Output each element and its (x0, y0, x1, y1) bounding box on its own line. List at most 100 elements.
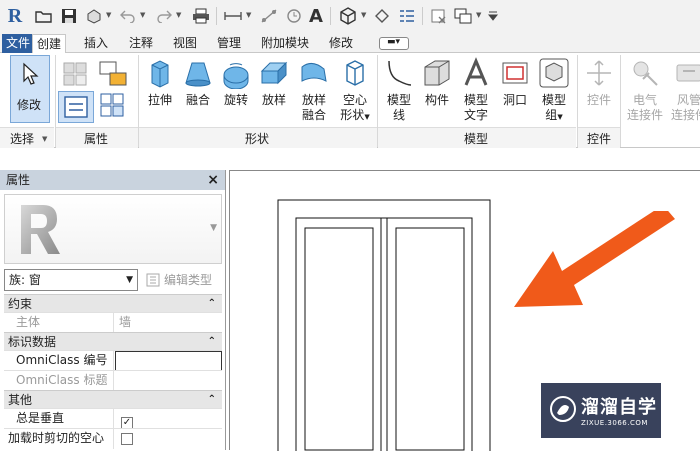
swept-blend-button[interactable]: 放样 融合 (296, 57, 332, 123)
open-icon[interactable] (34, 6, 54, 26)
close-icon[interactable]: × (207, 170, 219, 190)
group-constraints-label: 约束 (8, 297, 33, 311)
app-logo-icon[interactable]: R (4, 5, 26, 27)
property-row-host: 主体 墙 (4, 312, 222, 333)
3d-view-dropdown-icon[interactable]: ▼ (361, 11, 366, 19)
type-selector[interactable]: ▼ (4, 194, 222, 264)
sweep-label: 放样 (261, 93, 286, 107)
tab-view[interactable]: 视图 (169, 34, 201, 53)
print-icon[interactable] (190, 6, 212, 26)
property-row-always-vertical: 总是垂直 ✓ (4, 408, 222, 429)
3d-view-icon[interactable] (337, 6, 359, 26)
revolve-label: 旋转 (223, 93, 248, 107)
thin-lines-icon[interactable] (396, 6, 418, 26)
sync-icon[interactable] (84, 6, 104, 26)
customize-icon[interactable] (486, 6, 500, 26)
form-panel-label: 形状 (245, 132, 270, 146)
tab-create[interactable]: 创建 (32, 34, 67, 54)
type-properties-button[interactable] (98, 91, 132, 123)
tab-file[interactable]: 文件 (2, 34, 35, 53)
property-row-cut-void: 加载时剪切的空心 (4, 428, 222, 449)
arrow-pointer-icon (514, 211, 675, 307)
swept-blend-icon (301, 63, 327, 82)
undo-dropdown-icon[interactable]: ▼ (140, 11, 145, 19)
opening-icon (502, 62, 528, 84)
save-icon[interactable] (59, 6, 79, 26)
watermark-logo-icon (550, 396, 576, 422)
property-label: 总是垂直 (4, 409, 114, 429)
cut-void-checkbox[interactable] (121, 433, 133, 445)
properties-button[interactable] (58, 91, 94, 123)
family-type-dropdown[interactable]: 族: 窗 ▼ (4, 269, 138, 291)
qat-separator (422, 7, 423, 25)
group-identity-data[interactable]: 标识数据 ⌃ (4, 332, 222, 350)
watermark-url: ZIXUE.3066.COM (581, 419, 648, 427)
cursor-icon (23, 62, 39, 85)
duct-connector-button[interactable]: 风管 连接件 (668, 57, 700, 123)
property-label: OmniClass 编号 (4, 351, 114, 371)
void-forms-icon (346, 60, 364, 86)
omniclass-number-field[interactable] (115, 351, 222, 371)
switch-windows-icon[interactable] (452, 6, 474, 26)
tab-modify[interactable]: 修改 (325, 34, 357, 53)
text-icon[interactable]: A (306, 5, 326, 27)
type-properties-icon (100, 93, 124, 117)
model-text-button[interactable]: 模型 文字 (457, 57, 495, 123)
tab-manage[interactable]: 管理 (213, 34, 245, 53)
blend-icon (185, 62, 211, 87)
tag-icon[interactable] (283, 6, 305, 26)
control-icon (587, 60, 611, 86)
dimension-icon[interactable] (258, 6, 280, 26)
redo-dropdown-icon[interactable]: ▼ (176, 11, 181, 19)
undo-icon[interactable] (118, 6, 138, 26)
sweep-button[interactable]: 放样 (256, 57, 292, 108)
type-selector-dropdown-icon[interactable]: ▼ (210, 223, 217, 233)
property-label: 加载时剪切的空心 (4, 429, 114, 449)
property-value: 墙 (119, 315, 132, 329)
edit-type-button[interactable]: 编辑类型 (146, 269, 222, 291)
revolve-button[interactable]: 旋转 (218, 57, 254, 108)
ribbon-tabs: 文件 创建 插入 注释 视图 管理 附加模块 修改 ▬▾ (0, 32, 700, 54)
ribbon-gap (0, 148, 700, 170)
properties-panel-label: 属性 (84, 132, 109, 146)
void-forms-button[interactable]: 空心 形状▼ (336, 57, 374, 125)
electrical-connector-button[interactable]: 电气 连接件 (624, 57, 666, 123)
edit-type-label: 编辑类型 (164, 273, 213, 287)
properties-palette: 属性 × ▼ 族: 窗 ▼ 编辑类型 约束 ⌃ 主体 墙 标识数据 ⌃ Omni… (0, 170, 226, 450)
chevron-down-icon: ▼ (126, 275, 133, 285)
ribbon-minimize-toggle[interactable]: ▬▾ (379, 37, 409, 50)
select-panel-label[interactable]: 选择 (10, 130, 34, 147)
control-button[interactable]: 控件 (581, 57, 617, 108)
close-hidden-icon[interactable] (428, 6, 450, 26)
qat-separator (216, 7, 217, 25)
family-category-button[interactable] (98, 59, 128, 87)
measure-icon[interactable] (222, 6, 244, 26)
model-group-button[interactable]: 模型 组▼ (536, 57, 572, 125)
text-glyph: A (309, 5, 323, 27)
group-other-label: 其他 (8, 393, 33, 407)
component-button[interactable]: 构件 (419, 57, 455, 108)
modify-button[interactable]: 修改 (10, 55, 50, 123)
redo-icon[interactable] (154, 6, 174, 26)
family-types-button[interactable] (62, 59, 92, 87)
watermark: 溜溜自学 ZIXUE.3066.COM (541, 383, 661, 438)
extrusion-button[interactable]: 拉伸 (142, 57, 178, 108)
opening-button[interactable]: 洞口 (497, 57, 533, 108)
group-constraints[interactable]: 约束 ⌃ (4, 294, 222, 312)
sync-dropdown-icon[interactable]: ▼ (106, 11, 111, 19)
electrical-label-2: 连接件 (626, 108, 663, 122)
select-dropdown-icon[interactable]: ▼ (42, 135, 47, 143)
switch-windows-dropdown-icon[interactable]: ▼ (476, 11, 481, 19)
properties-title-bar[interactable]: 属性 × (0, 170, 225, 190)
section-icon[interactable] (372, 6, 392, 26)
opening-label: 洞口 (502, 93, 527, 107)
tab-addins[interactable]: 附加模块 (257, 34, 313, 53)
tab-insert[interactable]: 插入 (80, 34, 112, 53)
group-other[interactable]: 其他 ⌃ (4, 390, 222, 408)
tab-annotate[interactable]: 注释 (125, 34, 157, 53)
component-label: 构件 (424, 93, 449, 107)
properties-icon (64, 96, 88, 118)
blend-button[interactable]: 融合 (180, 57, 216, 108)
measure-dropdown-icon[interactable]: ▼ (246, 11, 251, 19)
model-line-button[interactable]: 模型 线 (381, 57, 417, 123)
